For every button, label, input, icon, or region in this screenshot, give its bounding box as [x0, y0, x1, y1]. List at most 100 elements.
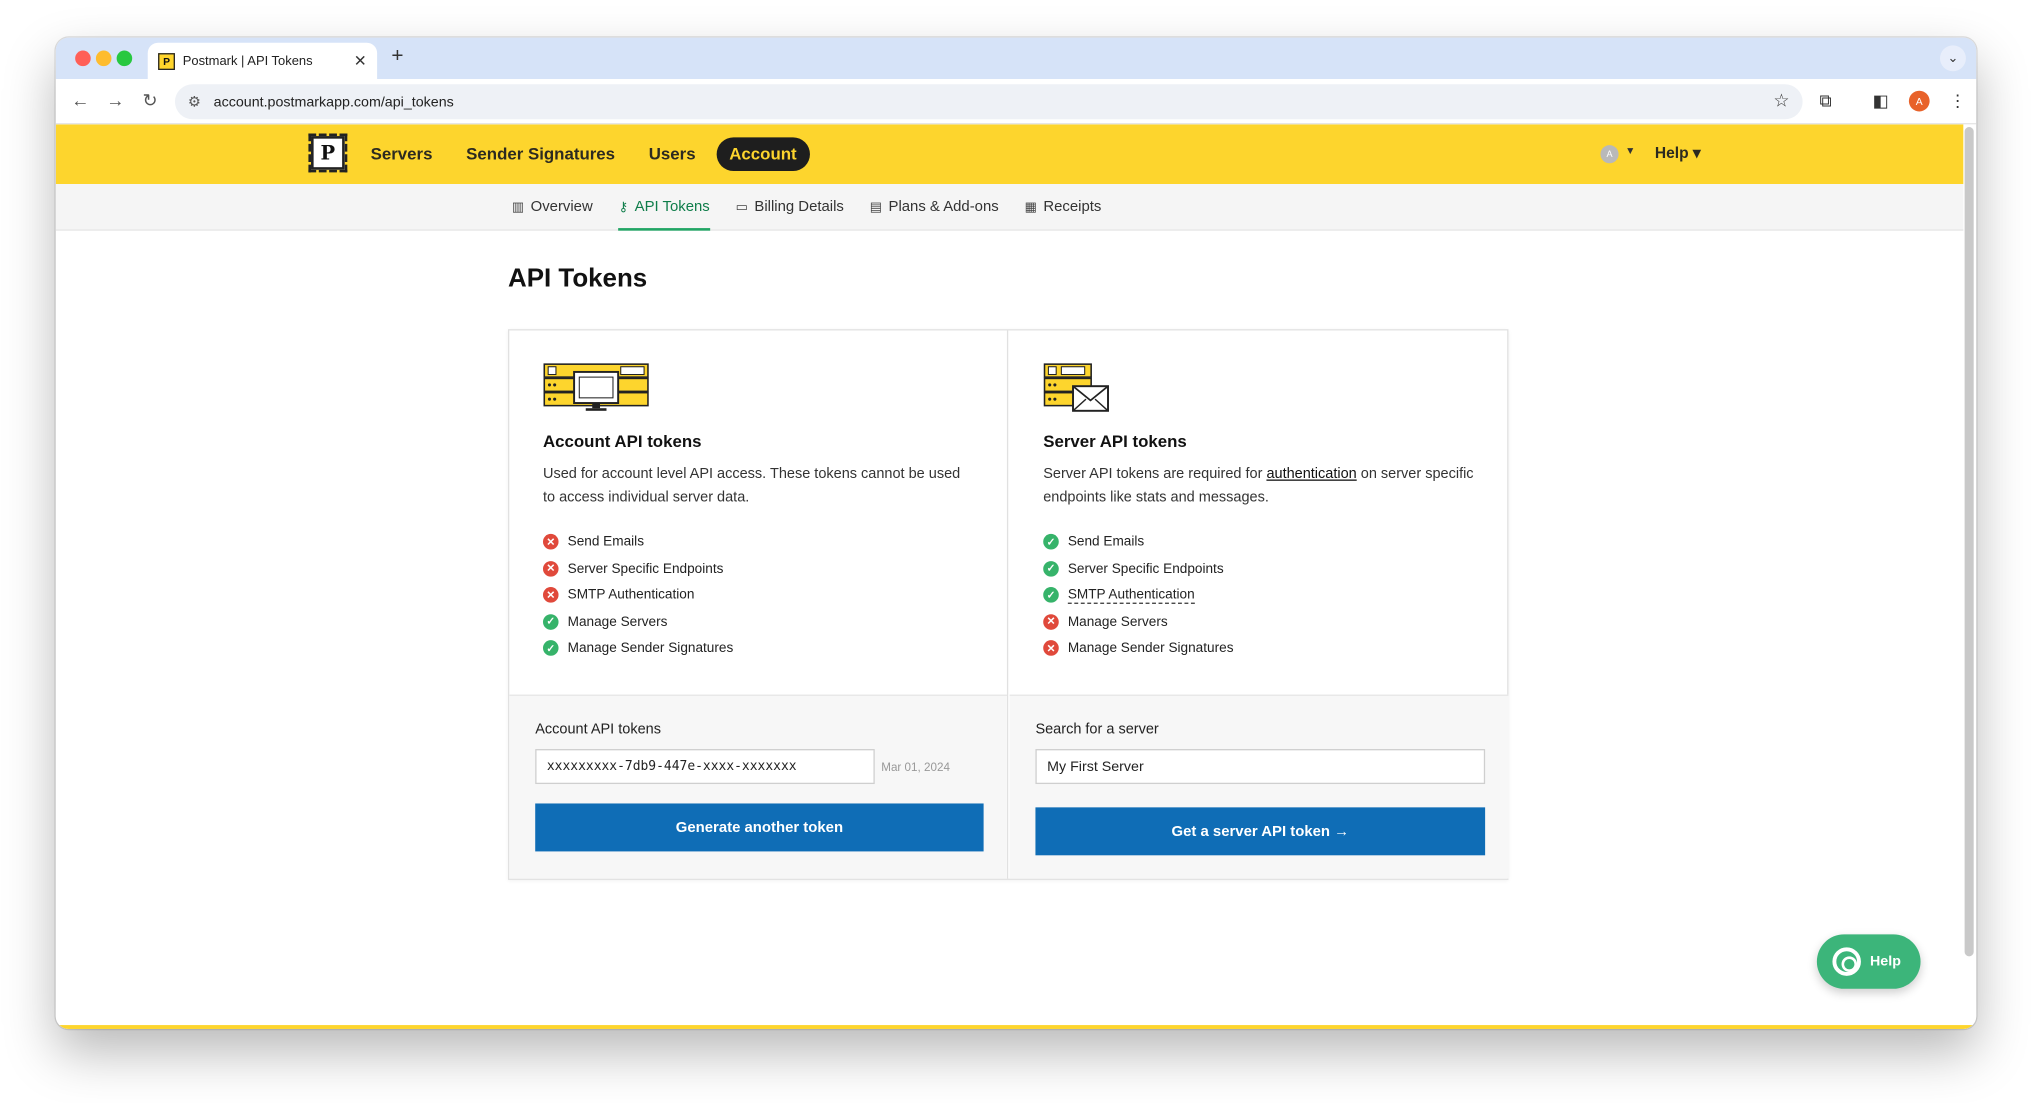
nav-sender-signatures[interactable]: Sender Signatures [466, 137, 615, 171]
user-avatar[interactable]: A [1600, 145, 1619, 164]
building-icon: ▥ [511, 200, 525, 215]
tab-api-tokens[interactable]: ⚷ API Tokens [618, 184, 711, 231]
check-circle-icon: ✓ [1043, 587, 1059, 603]
feature-label: Send Emails [1067, 534, 1145, 550]
servers-monitor-illustration [543, 362, 973, 414]
tab-overview-label: Overview [530, 199, 593, 216]
smtp-auth-tooltip-label[interactable]: SMTP Authentication [1067, 587, 1195, 604]
help-menu[interactable]: Help ▾ [1655, 144, 1701, 162]
feature-label: Server Specific Endpoints [1067, 560, 1224, 577]
feature-label: Manage Sender Signatures [567, 640, 734, 657]
ticket-icon: ▤ [869, 200, 883, 215]
browser-window: P Postmark | API Tokens ✕ + ⌄ ← → ↻ ⚙ ac… [55, 37, 1977, 1029]
page-title: API Tokens [508, 264, 648, 293]
feature-manage-servers: ✕ Manage Servers [1043, 608, 1475, 635]
new-tab-icon[interactable]: + [391, 45, 403, 68]
tab-receipts-label: Receipts [1043, 199, 1102, 216]
forward-icon[interactable]: → [106, 89, 124, 110]
feature-manage-signatures: ✕ Manage Sender Signatures [1043, 635, 1475, 662]
tab-api-tokens-label: API Tokens [634, 199, 710, 216]
account-tokens-column: Account API tokens Used for account leve… [509, 330, 1009, 879]
back-icon[interactable]: ← [71, 89, 89, 110]
x-circle-icon: ✕ [1043, 640, 1059, 657]
token-created-date: Mar 01, 2024 [881, 760, 950, 774]
check-circle-icon: ✓ [1043, 560, 1059, 577]
tab-overview[interactable]: ▥ Overview [512, 184, 593, 231]
feature-smtp-auth: ✓ SMTP Authentication [1043, 582, 1475, 609]
close-window-button[interactable] [75, 50, 91, 67]
profile-avatar[interactable]: A [1908, 90, 1930, 112]
browser-toolbar: ← → ↻ ⚙ account.postmarkapp.com/api_toke… [55, 79, 1977, 125]
feature-label: Send Emails [567, 534, 645, 550]
postmark-favicon-icon: P [158, 52, 175, 70]
api-tokens-card: Account API tokens Used for account leve… [508, 329, 1509, 880]
postmark-logo[interactable]: P [308, 133, 348, 173]
help-widget-label: Help [1870, 953, 1901, 970]
nav-users[interactable]: Users [649, 137, 696, 171]
close-tab-icon[interactable]: ✕ [354, 52, 367, 70]
feature-manage-signatures: ✓ Manage Sender Signatures [542, 635, 973, 662]
check-circle-icon: ✓ [542, 613, 559, 630]
nav-servers[interactable]: Servers [371, 137, 433, 171]
reload-icon[interactable]: ↻ [143, 89, 158, 111]
get-server-token-button[interactable]: Get a server API token → [1035, 807, 1486, 856]
receipt-icon: ▦ [1024, 200, 1037, 215]
x-circle-icon: ✕ [542, 534, 559, 550]
feature-send-emails: ✕ Send Emails [542, 529, 973, 556]
server-tokens-description: Server API tokens are required for authe… [1043, 463, 1475, 510]
feature-label: Manage Servers [567, 613, 668, 630]
tab-receipts[interactable]: ▦ Receipts [1025, 184, 1102, 231]
maximize-window-button[interactable] [116, 50, 133, 67]
check-circle-icon: ✓ [542, 640, 559, 657]
account-token-input[interactable] [535, 749, 875, 785]
chevron-down-icon[interactable]: ▼ [1625, 145, 1635, 157]
main-header: P Servers Sender Signatures Users Accoun… [55, 124, 1964, 185]
page-scrollbar[interactable] [1964, 127, 1974, 957]
x-circle-icon: ✕ [1043, 613, 1059, 630]
server-tokens-footer: Search for a server Get a server API tok… [1009, 694, 1509, 879]
account-features-list: ✕ Send Emails ✕ Server Specific Endpoint… [542, 529, 973, 662]
bookmark-star-icon[interactable]: ☆ [1773, 89, 1789, 111]
tab-plans-addons[interactable]: ▤ Plans & Add-ons [870, 184, 999, 231]
x-circle-icon: ✕ [542, 587, 559, 603]
browser-menu-icon[interactable]: ⋮ [1949, 91, 1966, 112]
credit-card-icon: ▭ [735, 200, 748, 215]
help-widget-button[interactable]: Help [1816, 934, 1921, 989]
check-circle-icon: ✓ [1043, 534, 1059, 550]
x-circle-icon: ✕ [542, 560, 559, 577]
extensions-icon[interactable]: ⧉ [1819, 91, 1831, 112]
feature-manage-servers: ✓ Manage Servers [542, 608, 973, 635]
side-panel-icon[interactable]: ◧ [1873, 91, 1889, 112]
nav-account[interactable]: Account [716, 137, 810, 172]
feature-server-endpoints: ✕ Server Specific Endpoints [542, 555, 973, 582]
main-nav: Servers Sender Signatures Users Account [371, 137, 844, 172]
server-envelope-illustration [1043, 362, 1475, 414]
lifebuoy-icon [1832, 947, 1861, 976]
server-desc-before: Server API tokens are required for [1043, 466, 1267, 483]
tab-plans-addons-label: Plans & Add-ons [888, 199, 999, 216]
tab-title: Postmark | API Tokens [182, 53, 313, 69]
account-subnav: ▥ Overview ⚷ API Tokens ▭ Billing Detail… [55, 184, 1964, 231]
server-tokens-column: Server API tokens Server API tokens are … [1009, 330, 1509, 879]
feature-server-endpoints: ✓ Server Specific Endpoints [1043, 555, 1475, 582]
tab-search-icon[interactable]: ⌄ [1939, 45, 1966, 72]
feature-label: Manage Servers [1067, 613, 1168, 630]
tab-strip: P Postmark | API Tokens ✕ + ⌄ [55, 37, 1977, 80]
browser-tab[interactable]: P Postmark | API Tokens ✕ [147, 42, 378, 80]
server-features-list: ✓ Send Emails ✓ Server Specific Endpoint… [1043, 529, 1475, 662]
tab-billing-details[interactable]: ▭ Billing Details [736, 184, 844, 231]
url-text: account.postmarkapp.com/api_tokens [213, 93, 454, 110]
account-tokens-footer: Account API tokens Mar 01, 2024 Generate… [509, 694, 1007, 879]
address-bar[interactable]: ⚙ account.postmarkapp.com/api_tokens ☆ [174, 84, 1803, 120]
minimize-window-button[interactable] [95, 50, 112, 67]
account-tokens-description: Used for account level API access. These… [542, 466, 961, 506]
site-settings-icon[interactable]: ⚙ [188, 93, 201, 111]
generate-token-button[interactable]: Generate another token [535, 803, 984, 852]
feature-label: Server Specific Endpoints [567, 560, 724, 577]
authentication-link[interactable]: authentication [1266, 467, 1356, 483]
server-search-input[interactable] [1035, 749, 1486, 785]
footer-accent-line [55, 1025, 1977, 1029]
key-icon: ⚷ [618, 200, 629, 215]
feature-smtp-auth: ✕ SMTP Authentication [542, 582, 973, 609]
feature-label: SMTP Authentication [567, 587, 695, 603]
